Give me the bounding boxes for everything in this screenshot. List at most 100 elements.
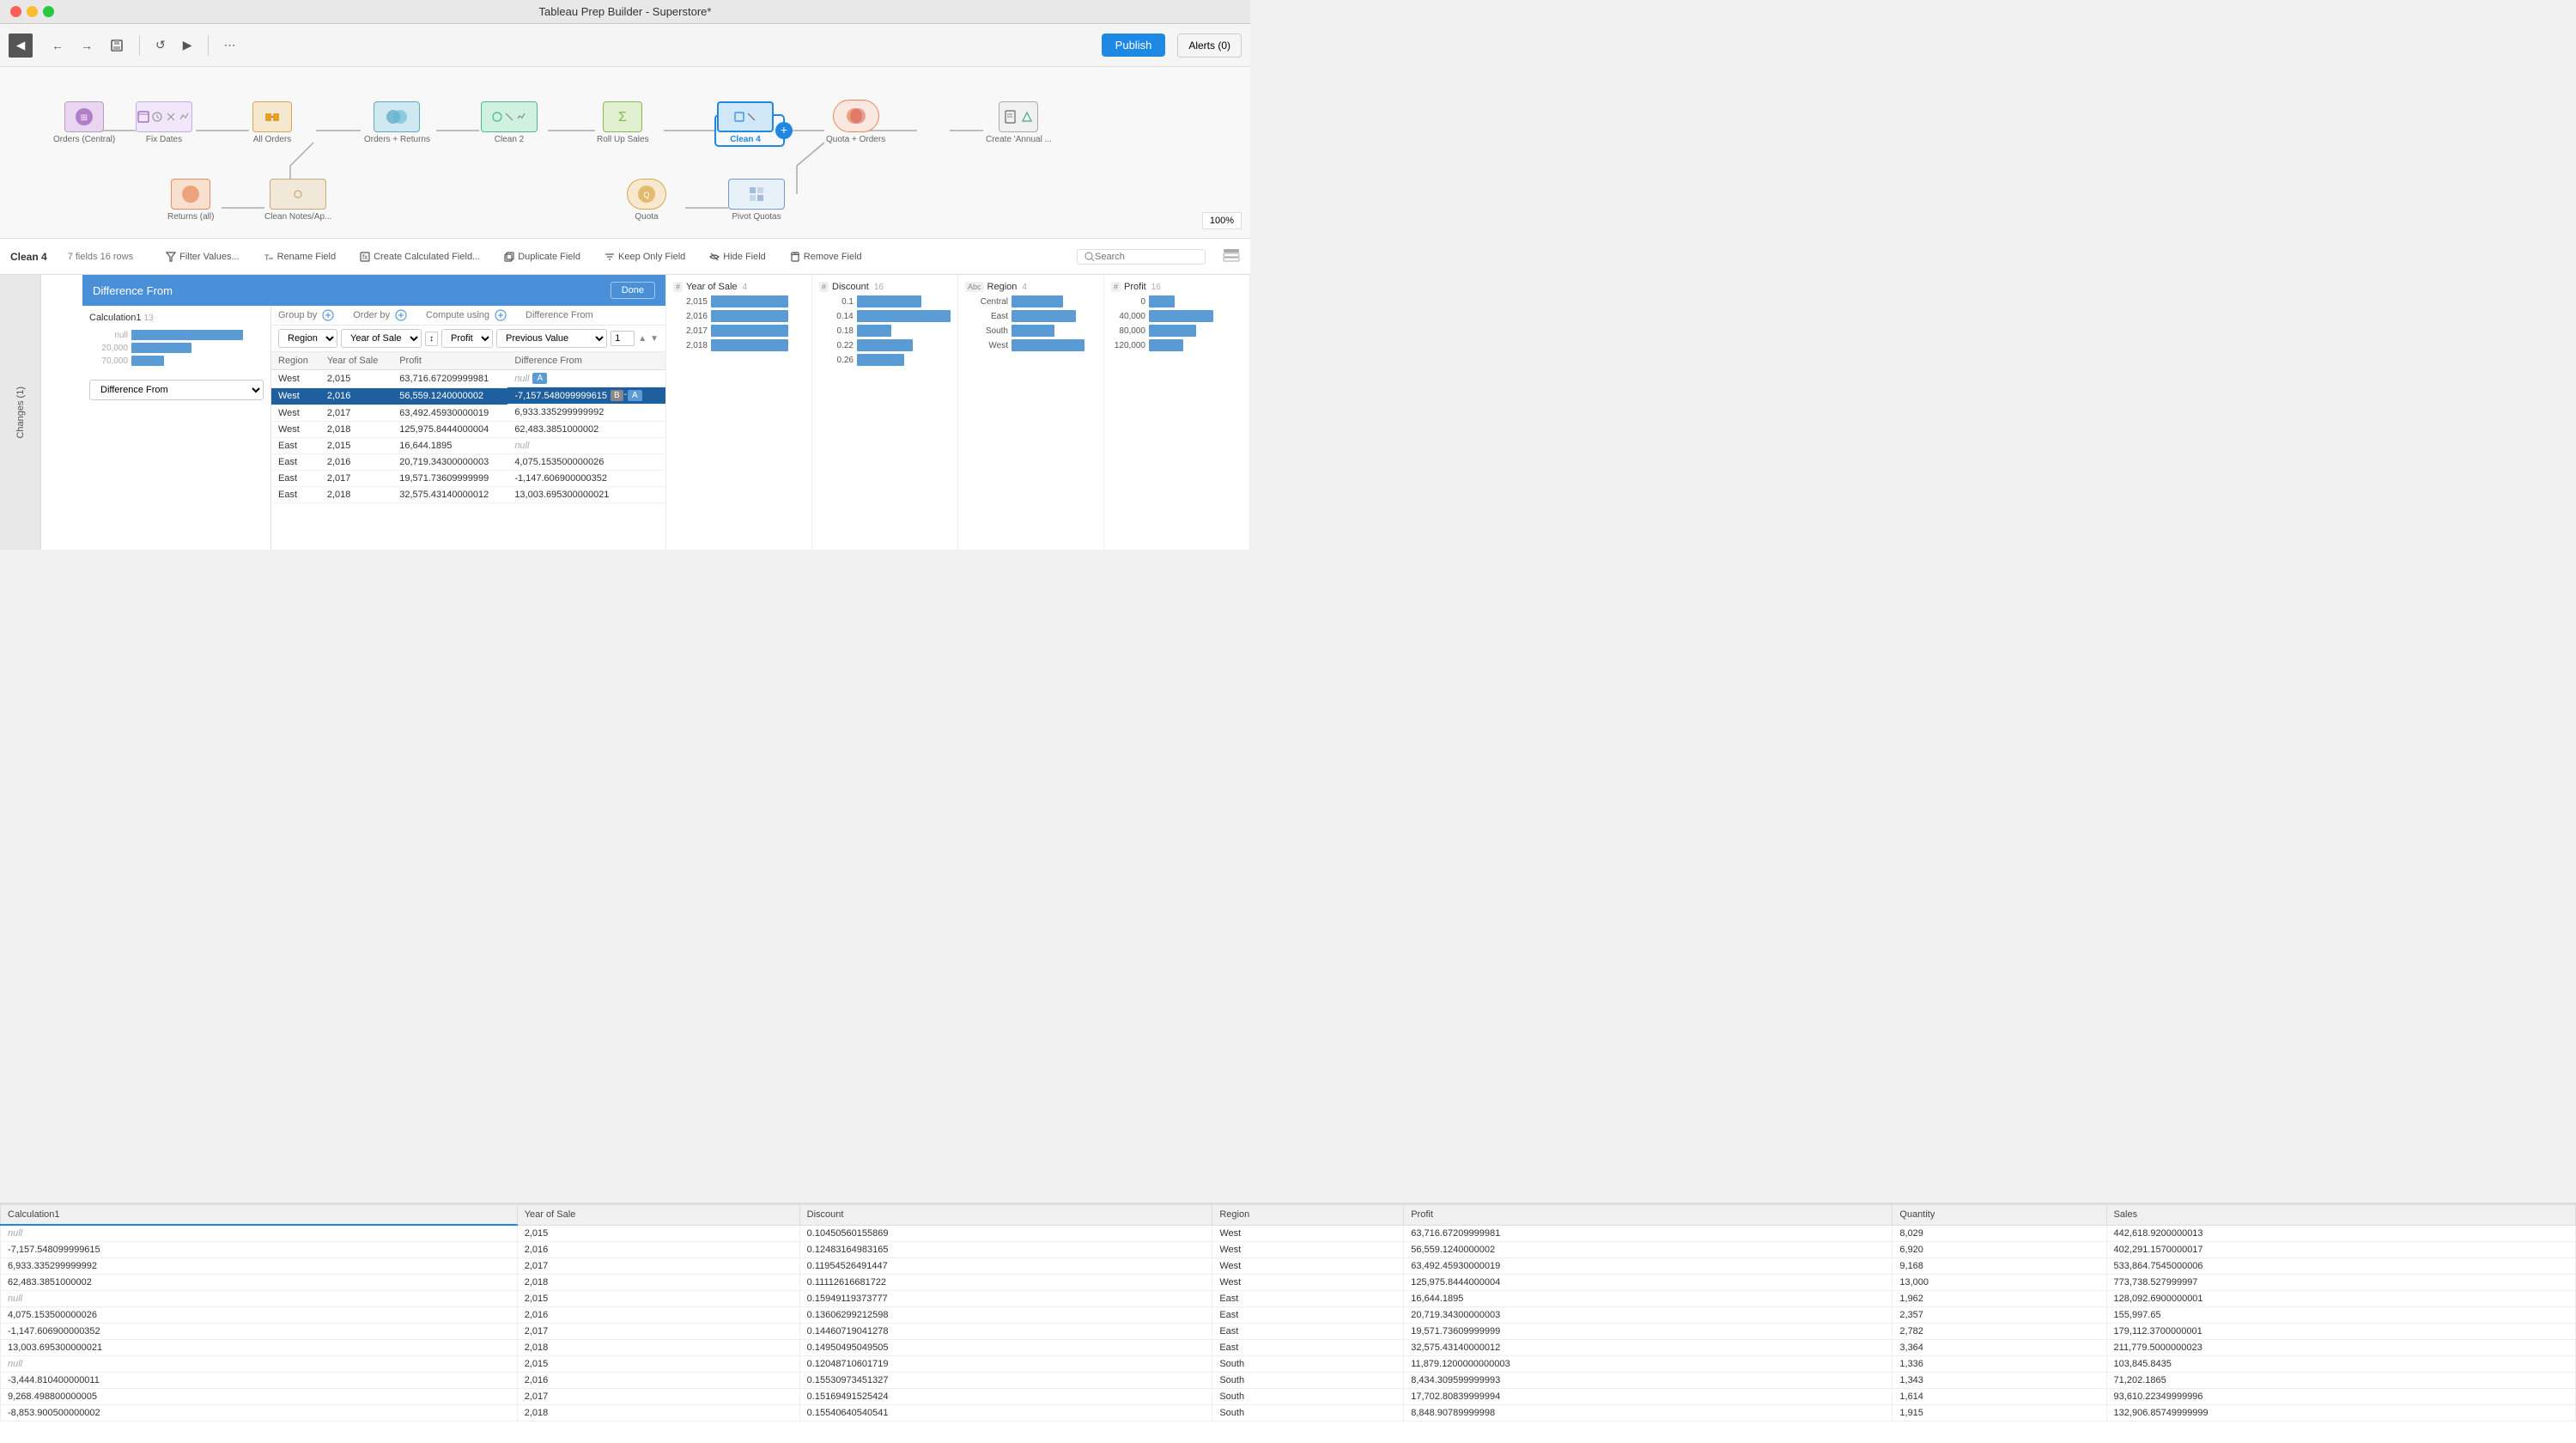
group-field-select[interactable]: Region: [278, 329, 337, 348]
search-box[interactable]: [1077, 249, 1206, 265]
table-row[interactable]: East 2,015 16,644.1895 null: [271, 437, 665, 454]
diff-method-select2[interactable]: Previous Value: [496, 329, 607, 348]
cell-region: East: [271, 437, 320, 454]
sidebar-toggle-button[interactable]: ◀: [9, 33, 33, 58]
table-row[interactable]: East 2,016 20,719.34300000003 4,075.1535…: [271, 454, 665, 470]
add-group-icon[interactable]: [322, 309, 334, 321]
table-row[interactable]: East 2,018 32,575.43140000012 13,003.695…: [271, 486, 665, 502]
cell-discount: 0.11112616681722: [799, 1275, 1212, 1291]
col-header-profit[interactable]: Profit: [1404, 1205, 1893, 1226]
col-header-year[interactable]: Year of Sale: [517, 1205, 799, 1226]
col-header-qty[interactable]: Quantity: [1893, 1205, 2106, 1226]
keep-only-field-button[interactable]: Keep Only Field: [599, 250, 690, 264]
cell-profit: 63,716.67209999981: [1404, 1225, 1893, 1242]
node-quota-orders[interactable]: Quota + Orders: [826, 100, 885, 144]
table-row[interactable]: -3,444.810400000011 2,016 0.155309734513…: [1, 1373, 2576, 1389]
view-toggle-button[interactable]: [1223, 248, 1240, 265]
cell-region: South: [1212, 1405, 1404, 1422]
changes-sidebar[interactable]: Changes (1): [0, 275, 41, 550]
cell-region: South: [1212, 1389, 1404, 1405]
node-pivot-quotas[interactable]: Pivot Quotas: [728, 179, 785, 222]
node-orders-central[interactable]: ⊞ Orders (Central): [53, 101, 115, 144]
col-header-discount[interactable]: Discount: [799, 1205, 1212, 1226]
add-compute-icon[interactable]: [495, 309, 507, 321]
cell-year: 2,016: [517, 1242, 799, 1258]
diff-number-input[interactable]: [611, 331, 635, 346]
cell-region: East: [1212, 1291, 1404, 1307]
publish-button[interactable]: Publish: [1102, 33, 1166, 57]
btn-ba[interactable]: B-A: [611, 390, 642, 401]
remove-field-button[interactable]: Remove Field: [785, 250, 867, 264]
fullscreen-button[interactable]: [43, 6, 54, 17]
add-order-icon[interactable]: [395, 309, 407, 321]
table-row[interactable]: East 2,017 19,571.73609999999 -1,147.606…: [271, 470, 665, 486]
table-row[interactable]: 6,933.335299999992 2,017 0.1195452649144…: [1, 1258, 2576, 1275]
fields-info: 7 fields 16 rows: [68, 252, 133, 262]
cell-diff: 4,075.153500000026: [507, 454, 665, 470]
diff-decrement-button[interactable]: ▼: [650, 334, 659, 344]
create-calc-button[interactable]: fx Create Calculated Field...: [355, 250, 485, 264]
table-row[interactable]: West 2,017 63,492.45930000019 6,933.3352…: [271, 405, 665, 421]
forward-button[interactable]: →: [76, 35, 98, 56]
rename-field-button[interactable]: T Rename Field: [258, 250, 341, 264]
node-rollup[interactable]: Σ Roll Up Sales: [597, 101, 649, 144]
col-header-region[interactable]: Region: [1212, 1205, 1404, 1226]
table-row[interactable]: -7,157.548099999615 2,016 0.124831649831…: [1, 1242, 2576, 1258]
table-row[interactable]: null 2,015 0.15949119373777 East 16,644.…: [1, 1291, 2576, 1307]
node-label: Clean 2: [495, 135, 524, 144]
node-clean2[interactable]: Clean 2: [481, 101, 538, 144]
node-clean4[interactable]: Clean 4: [717, 101, 774, 144]
field-count-region: 4: [1022, 283, 1027, 292]
table-row[interactable]: -8,853.900500000002 2,018 0.155406405405…: [1, 1405, 2576, 1422]
table-row[interactable]: null 2,015 0.12048710601719 South 11,879…: [1, 1356, 2576, 1373]
node-label: All Orders: [253, 135, 291, 144]
table-row[interactable]: 9,268.498800000005 2,017 0.1516949152542…: [1, 1389, 2576, 1405]
cell-qty: 2,357: [1893, 1307, 2106, 1324]
table-row[interactable]: West 2,015 63,716.67209999981 nullA: [271, 370, 665, 388]
refresh-button[interactable]: ↺: [150, 34, 171, 56]
col-header-sales[interactable]: Sales: [2106, 1205, 2575, 1226]
btn-a[interactable]: A: [532, 373, 547, 384]
cell-year: 2,018: [320, 486, 392, 502]
bar: [711, 295, 788, 307]
node-returns-all[interactable]: Returns (all): [167, 179, 214, 222]
search-input[interactable]: [1095, 252, 1198, 262]
node-label: Roll Up Sales: [597, 135, 649, 144]
alerts-button[interactable]: Alerts (0): [1177, 33, 1242, 58]
options-button[interactable]: ⋯: [219, 34, 241, 56]
order-field-select[interactable]: Year of Sale: [341, 329, 422, 348]
hist-20k-label: 20,000: [89, 344, 128, 353]
table-row[interactable]: West 2,016 56,559.1240000002 -7,157.5480…: [271, 387, 665, 405]
diff-done-button[interactable]: Done: [611, 282, 655, 299]
node-clean-notes[interactable]: Clean Notes/Ap...: [264, 179, 331, 222]
duplicate-field-button[interactable]: Duplicate Field: [499, 250, 586, 264]
table-row[interactable]: null 2,015 0.10450560155869 West 63,716.…: [1, 1225, 2576, 1242]
table-row[interactable]: West 2,018 125,975.8444000004 62,483.385…: [271, 421, 665, 437]
table-row[interactable]: 62,483.3851000002 2,018 0.11112616681722…: [1, 1275, 2576, 1291]
cell-region: West: [1212, 1258, 1404, 1275]
order-direction-button[interactable]: ↕: [425, 332, 438, 346]
hide-field-button[interactable]: Hide Field: [704, 250, 771, 264]
node-create-annual[interactable]: Create 'Annual ...: [986, 101, 1052, 144]
back-button[interactable]: ←: [46, 35, 69, 56]
close-button[interactable]: [10, 6, 21, 17]
table-row[interactable]: 13,003.695300000021 2,018 0.149504950495…: [1, 1340, 2576, 1356]
bar-label: 2,017: [673, 326, 708, 336]
node-orders-returns[interactable]: Orders + Returns: [364, 101, 430, 144]
node-quota[interactable]: Q Quota: [627, 179, 666, 222]
node-label: Fix Dates: [146, 135, 182, 144]
col-header-calc[interactable]: Calculation1: [1, 1205, 518, 1226]
node-fix-dates[interactable]: Fix Dates: [136, 101, 192, 144]
changes-label[interactable]: Changes (1): [12, 380, 29, 446]
table-row[interactable]: 4,075.153500000026 2,016 0.1360629921259…: [1, 1307, 2576, 1324]
node-all-orders[interactable]: All Orders: [252, 101, 292, 144]
table-row[interactable]: -1,147.606900000352 2,017 0.144607190412…: [1, 1324, 2576, 1340]
compute-field-select[interactable]: Profit: [441, 329, 493, 348]
play-button[interactable]: ▶: [178, 34, 197, 56]
save-button[interactable]: [105, 35, 129, 56]
filter-values-button[interactable]: Filter Values...: [161, 250, 245, 264]
cell-profit: 19,571.73609999999: [392, 470, 507, 486]
diff-increment-button[interactable]: ▲: [638, 334, 647, 344]
minimize-button[interactable]: [27, 6, 38, 17]
diff-method-select[interactable]: Difference From: [89, 380, 264, 400]
